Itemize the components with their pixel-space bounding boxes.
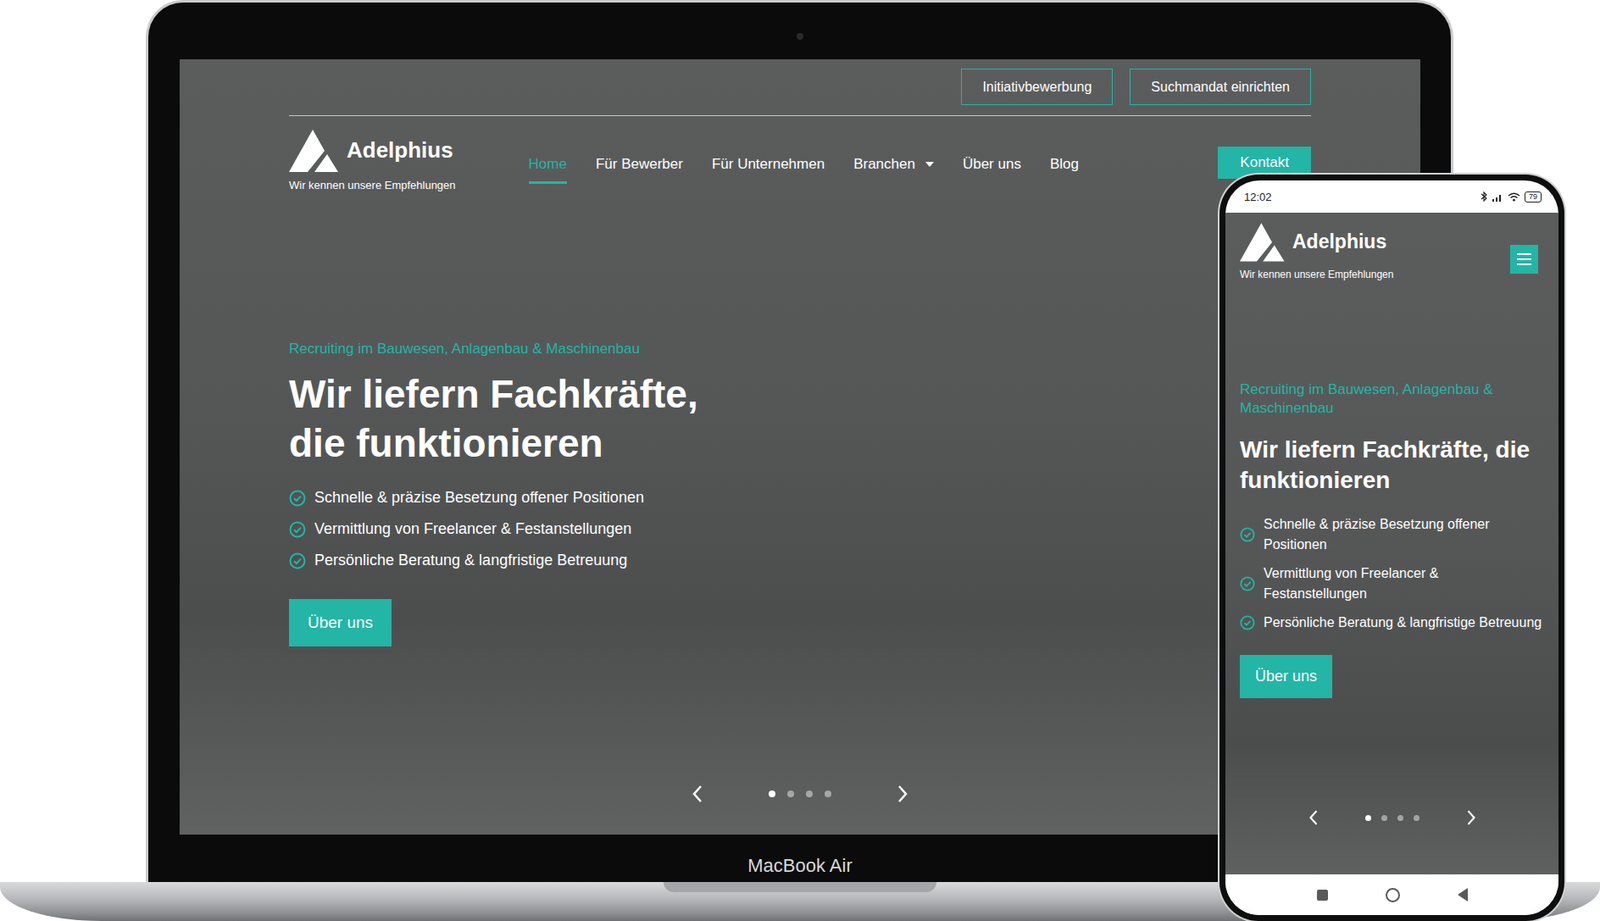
nav-item[interactable]: Für Unternehmen xyxy=(711,155,825,184)
wifi-icon xyxy=(1507,192,1521,202)
bullet-item: Schnelle & präzise Besetzung offener Pos… xyxy=(288,488,1312,508)
slide-dot[interactable] xyxy=(1365,815,1372,822)
header-divider xyxy=(288,115,1312,117)
top-button[interactable]: Suchmandat einrichten xyxy=(1129,68,1312,106)
slide-dot[interactable] xyxy=(824,790,832,798)
hero-button[interactable]: Über uns xyxy=(288,599,392,647)
top-button[interactable]: Initiativbewerbung xyxy=(961,68,1113,106)
status-time: 12:02 xyxy=(1244,190,1273,204)
bullet-item: Persönliche Beratung & langfristige Betr… xyxy=(1239,612,1545,634)
check-circle-icon xyxy=(288,521,306,539)
prev-arrow-icon[interactable] xyxy=(690,783,705,805)
bluetooth-icon xyxy=(1480,191,1488,202)
logo-tagline: Wir kennen unsere Empfehlungen xyxy=(1239,268,1545,281)
logo[interactable]: Adelphius Wir kennen unsere Empfehlungen xyxy=(288,127,456,192)
hero-title: Wir liefern Fachkräfte, die funktioniere… xyxy=(1239,434,1545,496)
base-notch xyxy=(663,882,937,893)
next-arrow-icon[interactable] xyxy=(1465,808,1478,828)
hero-button[interactable]: Über uns xyxy=(1239,655,1333,699)
top-bar: Initiativbewerbung Suchmandat einrichten xyxy=(288,59,1312,106)
logo-mark-icon xyxy=(288,127,344,173)
recents-icon[interactable] xyxy=(1316,889,1328,901)
device-label: MacBook Air xyxy=(747,855,853,878)
nav-item[interactable]: Über uns xyxy=(962,155,1022,184)
check-circle-icon xyxy=(1239,615,1256,631)
logo-name: Adelphius xyxy=(346,137,454,173)
site-header: Adelphius Wir kennen unsere Empfehlungen H… xyxy=(288,127,1312,192)
phone-screen: 12:02 79 Adelphius Wir kennen unsere Empfeh… xyxy=(1225,180,1559,916)
slide-dot[interactable] xyxy=(787,790,795,798)
battery-indicator: 79 xyxy=(1524,191,1542,203)
camera-icon xyxy=(796,33,804,40)
check-circle-icon xyxy=(1239,576,1256,592)
bullet-item: Vermittlung von Freelancer & Festanstell… xyxy=(288,519,1312,539)
slide-dot[interactable] xyxy=(1381,815,1388,822)
android-nav-bar xyxy=(1225,874,1559,916)
main-nav: Home Für Bewerber Für Unternehmen Branchen Ü… xyxy=(528,127,1079,184)
logo-mark-icon xyxy=(1239,221,1289,262)
status-bar: 12:02 79 xyxy=(1225,180,1559,213)
nav-item[interactable]: Für Bewerber xyxy=(595,155,684,184)
home-icon[interactable] xyxy=(1385,888,1400,903)
hero-eyebrow: Recruiting im Bauwesen, Anlagenbau & Mas… xyxy=(1239,380,1545,418)
slide-dot[interactable] xyxy=(1413,815,1420,822)
nav-item[interactable]: Blog xyxy=(1050,155,1079,184)
slide-dot[interactable] xyxy=(1397,815,1404,822)
hero-bullets: Schnelle & präzise Besetzung offener Pos… xyxy=(1239,514,1545,634)
hero-bullets: Schnelle & präzise Besetzung offener Pos… xyxy=(288,488,1312,571)
hero: Recruiting im Bauwesen, Anlagenbau & Mas… xyxy=(288,340,1312,647)
slider-controls xyxy=(1239,808,1545,875)
phone-hero: Adelphius Wir kennen unsere Empfehlungen R… xyxy=(1225,212,1559,875)
caret-icon xyxy=(925,161,934,167)
slide-dot[interactable] xyxy=(805,790,813,798)
hero-title: Wir liefern Fachkräfte,die funktionieren xyxy=(288,369,1312,468)
check-circle-icon xyxy=(1239,527,1256,543)
back-icon[interactable] xyxy=(1457,888,1468,902)
logo-name: Adelphius xyxy=(1292,230,1387,262)
mockup-stage: Initiativbewerbung Suchmandat einrichten A… xyxy=(0,0,1600,921)
menu-icon[interactable] xyxy=(1510,244,1539,274)
logo-tagline: Wir kennen unsere Empfehlungen xyxy=(288,178,456,192)
nav-item[interactable]: Branchen xyxy=(853,155,934,184)
check-circle-icon xyxy=(288,489,306,507)
hero-eyebrow: Recruiting im Bauwesen, Anlagenbau & Mas… xyxy=(288,340,1312,358)
phone: 12:02 79 Adelphius Wir kennen unsere Empfeh… xyxy=(1219,174,1565,921)
phone-logo[interactable]: Adelphius Wir kennen unsere Empfehlungen xyxy=(1239,221,1545,281)
bullet-item: Vermittlung von Freelancer & Festanstell… xyxy=(1239,563,1545,605)
check-circle-icon xyxy=(288,552,306,570)
slide-dot[interactable] xyxy=(768,790,776,798)
signal-icon xyxy=(1491,192,1504,202)
bullet-item: Schnelle & präzise Besetzung offener Pos… xyxy=(1239,514,1545,556)
next-arrow-icon[interactable] xyxy=(895,783,910,805)
nav-item[interactable]: Home xyxy=(528,155,567,184)
prev-arrow-icon[interactable] xyxy=(1307,808,1320,828)
bullet-item: Persönliche Beratung & langfristige Betr… xyxy=(288,550,1312,571)
